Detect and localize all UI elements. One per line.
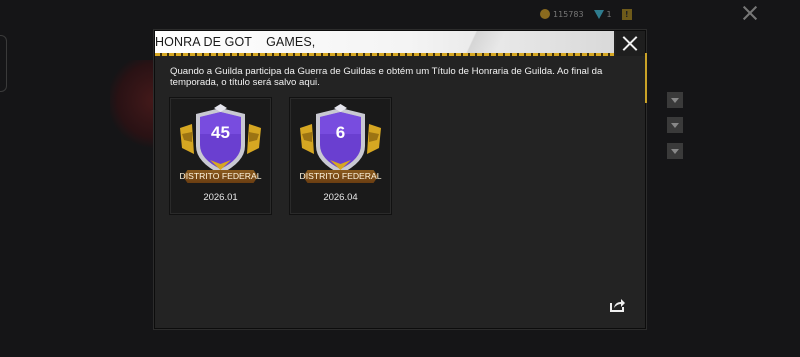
dropdown-arrow-icon[interactable]	[667, 117, 683, 133]
guild-honor-modal: HONRA DE GOT GAMES, Quando a Guilda part…	[154, 30, 647, 329]
side-panel-handle[interactable]	[0, 35, 7, 92]
dropdown-arrow-icon[interactable]	[667, 92, 683, 108]
badge-season: 2026.04	[323, 192, 358, 203]
gem-icon	[593, 9, 604, 19]
badge-region: DISTRITO FEDERAL	[299, 171, 382, 181]
modal-header: HONRA DE GOT GAMES,	[155, 31, 614, 53]
background-close-icon[interactable]	[742, 5, 758, 21]
info-indicator: !	[621, 8, 636, 20]
share-icon	[610, 299, 625, 312]
currency-bar: 115783 1 !	[540, 4, 800, 24]
honor-badge-card[interactable]: 6 DISTRITO FEDERAL 2026.04	[289, 97, 392, 215]
badge-region: DISTRITO FEDERAL	[179, 171, 262, 181]
coin-amount: 115783	[553, 9, 584, 19]
badge-season: 2026.01	[203, 192, 238, 203]
header-stripe	[155, 53, 614, 56]
modal-description: Quando a Guilda participa da Guerra de G…	[170, 66, 603, 88]
badge-rank: 6	[335, 123, 346, 142]
modal-title: HONRA DE GOT GAMES,	[155, 35, 316, 49]
info-icon: !	[621, 8, 632, 20]
honor-badge-card[interactable]: 45 DISTRITO FEDERAL 2026.01	[169, 97, 272, 215]
gem-balance: 1	[593, 9, 612, 19]
badge-rank: 45	[211, 123, 230, 142]
share-button[interactable]	[609, 297, 626, 313]
coin-icon	[540, 9, 550, 19]
gem-amount: 1	[606, 9, 612, 19]
coin-balance: 115783	[540, 9, 584, 19]
dropdown-arrow-icon[interactable]	[667, 143, 683, 159]
close-button[interactable]	[616, 31, 645, 56]
